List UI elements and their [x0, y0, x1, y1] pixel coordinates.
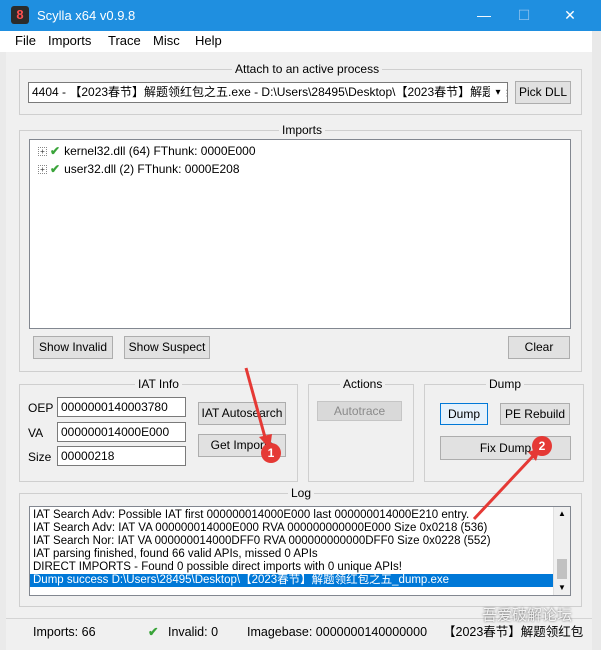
arrow-2-line [472, 453, 536, 521]
annotation-overlay [244, 367, 540, 521]
watermark: 吾爱破解论坛 [482, 607, 573, 624]
arrow-1-line [244, 367, 268, 442]
annotation-marker-1: 1 [261, 443, 281, 463]
annotation-marker-2: 2 [532, 436, 552, 456]
